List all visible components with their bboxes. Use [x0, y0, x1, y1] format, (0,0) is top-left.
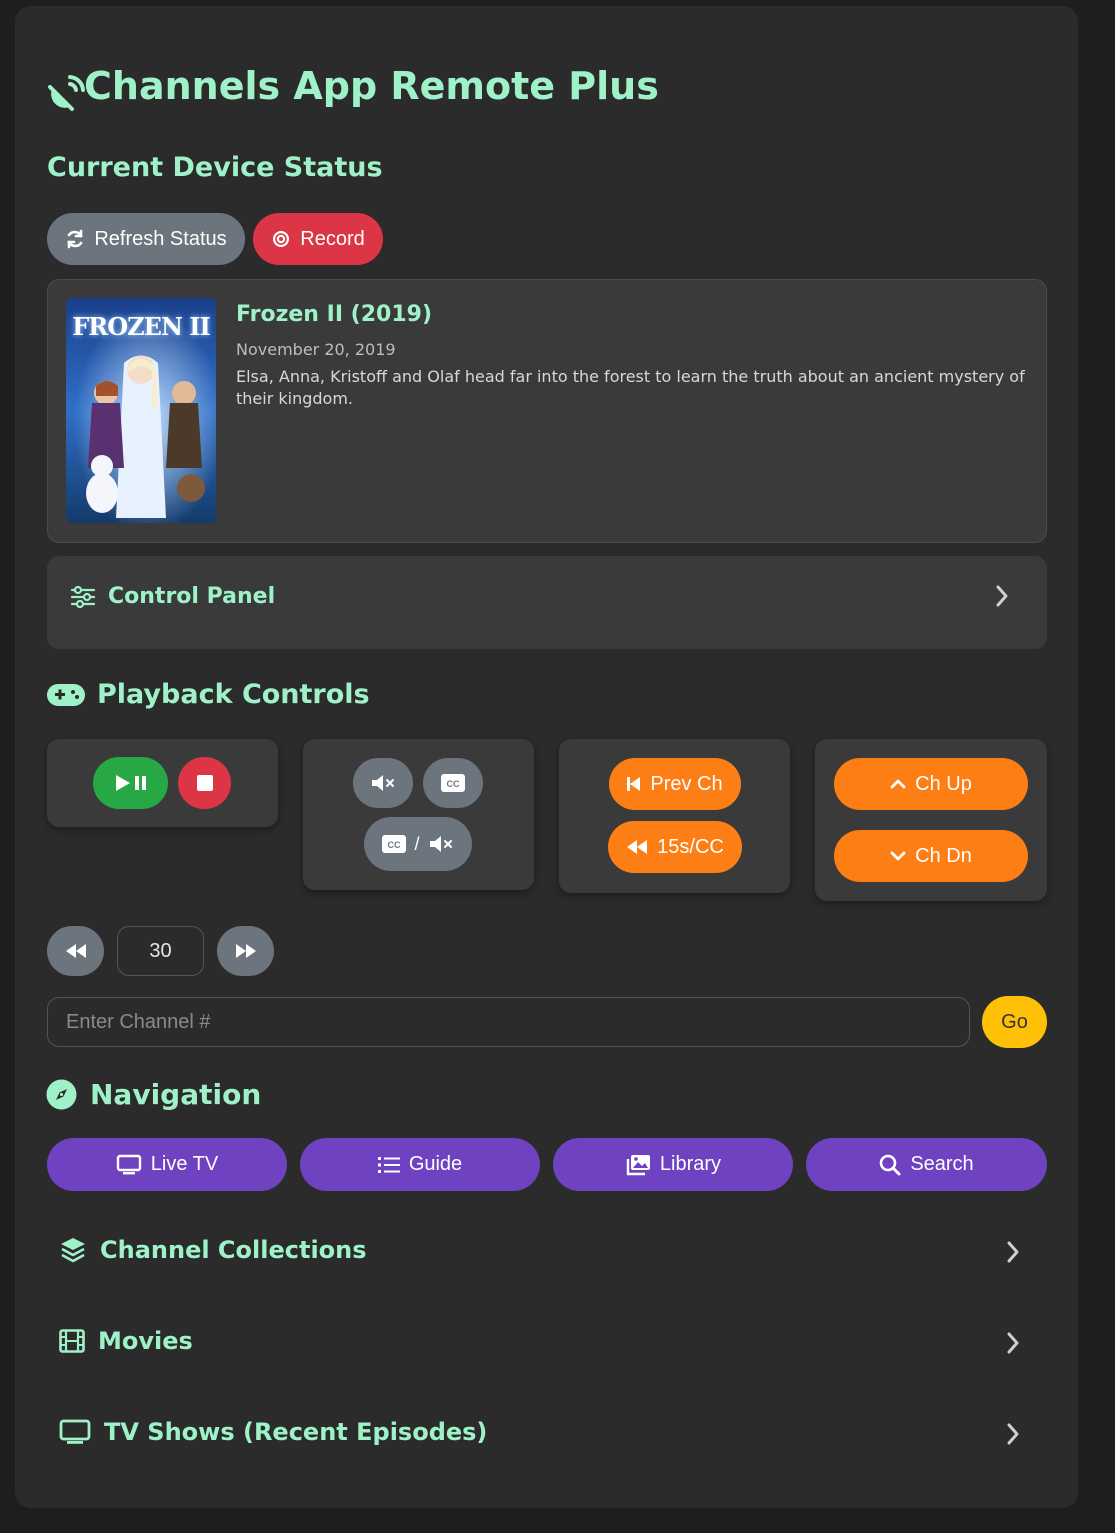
- backward-icon: [65, 943, 87, 959]
- library-button[interactable]: Library: [553, 1138, 793, 1191]
- channel-up-button[interactable]: Ch Up: [834, 758, 1028, 810]
- satellite-dish-icon: [46, 71, 88, 113]
- images-icon: [625, 1154, 651, 1176]
- svg-text:CC: CC: [388, 840, 401, 850]
- closed-captions-icon: CC: [382, 835, 407, 853]
- search-icon: [879, 1154, 901, 1176]
- skip-back-cc-button[interactable]: 15s/CC: [608, 821, 742, 873]
- channel-number-input[interactable]: [47, 997, 970, 1047]
- list-icon: [377, 1156, 400, 1174]
- play-pause-button[interactable]: [93, 757, 168, 809]
- tv-shows-toggle[interactable]: TV Shows (Recent Episodes): [47, 1408, 1047, 1464]
- channel-down-label: Ch Dn: [915, 844, 972, 867]
- prev-channel-label: Prev Ch: [650, 772, 723, 795]
- navigation-heading: Navigation: [90, 1078, 262, 1111]
- live-tv-label: Live TV: [150, 1153, 219, 1175]
- rewind-button[interactable]: [47, 926, 104, 976]
- chevron-right-icon: [1006, 1240, 1020, 1264]
- chevron-right-icon: [1006, 1331, 1020, 1355]
- go-label: Go: [1001, 1010, 1028, 1033]
- forward-icon: [235, 943, 257, 959]
- channel-up-label: Ch Up: [915, 772, 972, 795]
- search-label: Search: [910, 1153, 974, 1175]
- stop-icon: [196, 775, 213, 791]
- refresh-status-label: Refresh Status: [94, 227, 227, 250]
- chevron-up-icon: [890, 778, 906, 790]
- record-label: Record: [300, 227, 365, 250]
- tv-shows-label: TV Shows (Recent Episodes): [104, 1418, 488, 1446]
- sync-icon: [65, 229, 85, 249]
- page-title: Channels App Remote Plus: [84, 64, 659, 108]
- compass-icon: [46, 1079, 77, 1110]
- tv-icon: [59, 1419, 91, 1445]
- tv-icon: [116, 1154, 142, 1176]
- channel-down-button[interactable]: Ch Dn: [834, 830, 1028, 882]
- record-button[interactable]: Record: [253, 213, 383, 265]
- refresh-status-button[interactable]: Refresh Status: [47, 213, 245, 265]
- live-tv-button[interactable]: Live TV: [47, 1138, 287, 1191]
- media-description: Elsa, Anna, Kristoff and Olaf head far i…: [236, 367, 1025, 408]
- mute-icon: [428, 834, 454, 854]
- film-icon: [59, 1329, 85, 1353]
- media-date: November 20, 2019: [236, 340, 396, 359]
- library-label: Library: [659, 1153, 722, 1175]
- control-panel-label: Control Panel: [108, 584, 276, 609]
- movies-toggle[interactable]: Movies: [47, 1317, 1047, 1373]
- stop-button[interactable]: [178, 757, 231, 809]
- cc-button[interactable]: CC: [423, 758, 483, 808]
- svg-text:CC: CC: [447, 779, 460, 789]
- seek-seconds-input[interactable]: [117, 926, 204, 976]
- chevron-down-icon: [890, 850, 906, 862]
- chevron-right-icon: [1006, 1422, 1020, 1446]
- step-backward-icon: [627, 776, 641, 792]
- skip-back-cc-label: 15s/CC: [657, 835, 724, 858]
- play-pause-icon: [114, 774, 148, 792]
- prev-channel-button[interactable]: Prev Ch: [609, 758, 741, 810]
- control-panel-toggle[interactable]: Control Panel: [47, 556, 1047, 649]
- guide-label: Guide: [408, 1153, 463, 1175]
- poster-title-text: FROZEN II: [72, 312, 210, 341]
- chevron-right-icon: [995, 584, 1009, 608]
- sliders-icon: [70, 585, 96, 608]
- closed-captions-icon: CC: [441, 774, 465, 792]
- movie-poster: FROZEN II: [66, 298, 216, 523]
- go-button[interactable]: Go: [982, 996, 1047, 1048]
- media-title: Frozen II (2019): [236, 302, 433, 327]
- fast-forward-button[interactable]: [217, 926, 274, 976]
- mute-button[interactable]: [353, 758, 413, 808]
- guide-button[interactable]: Guide: [300, 1138, 540, 1191]
- channel-collections-label: Channel Collections: [100, 1236, 367, 1264]
- cc-mute-separator: /: [414, 833, 420, 854]
- status-heading: Current Device Status: [47, 152, 383, 183]
- backward-icon: [626, 839, 648, 855]
- movies-label: Movies: [98, 1327, 193, 1355]
- mute-icon: [370, 773, 396, 793]
- layers-icon: [59, 1236, 87, 1264]
- gamepad-icon: [46, 682, 86, 708]
- record-icon: [271, 229, 291, 249]
- cc-mute-toggle-button[interactable]: CC /: [364, 817, 472, 871]
- now-playing-card: FROZEN II Frozen II (2019) November 20, …: [47, 279, 1047, 543]
- playback-heading: Playback Controls: [97, 679, 370, 710]
- search-button[interactable]: Search: [806, 1138, 1047, 1191]
- channel-collections-toggle[interactable]: Channel Collections: [47, 1226, 1047, 1282]
